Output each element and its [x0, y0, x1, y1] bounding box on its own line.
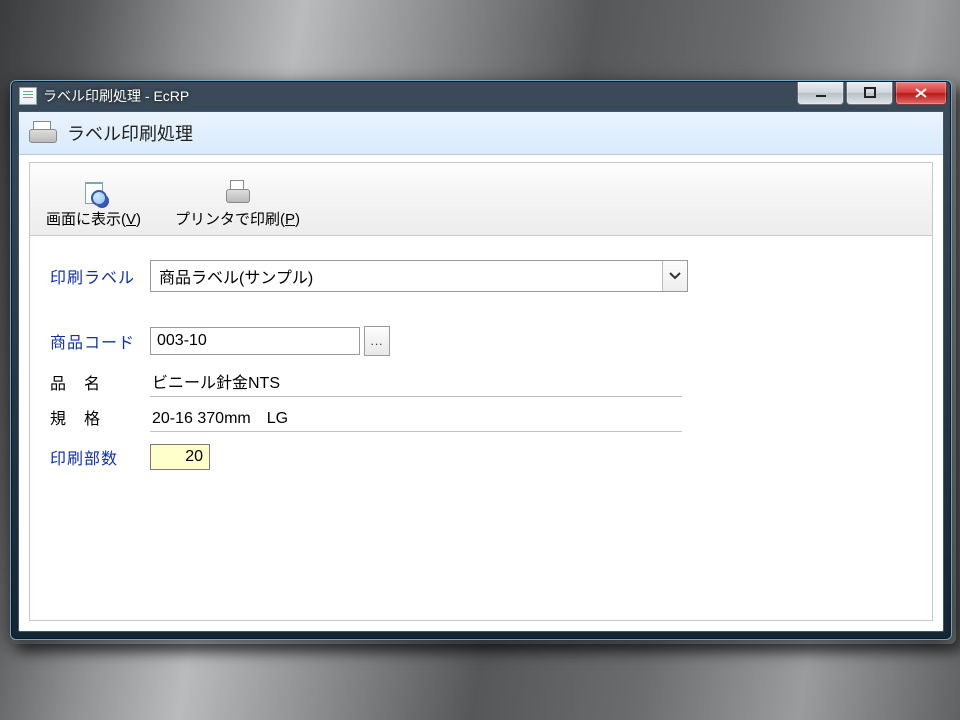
form-panel: 画面に表示(V) プリンタで印刷(P) 印刷ラベル 商品ラベル(サンプル): [29, 162, 933, 621]
print-to-printer-button[interactable]: プリンタで印刷(P): [175, 180, 300, 229]
form-body: 印刷ラベル 商品ラベル(サンプル) 商品コード ...: [30, 236, 932, 500]
window-controls: [797, 82, 947, 104]
label-copies: 印刷部数: [50, 445, 150, 469]
toolbar: 画面に表示(V) プリンタで印刷(P): [30, 163, 932, 236]
print-label-select[interactable]: 商品ラベル(サンプル): [150, 260, 688, 292]
dropdown-arrow[interactable]: [662, 261, 687, 291]
preview-on-screen-button[interactable]: 画面に表示(V): [46, 180, 141, 229]
preview-label: 画面に表示(V): [46, 208, 141, 229]
close-icon: [914, 87, 928, 99]
client-area: ラベル印刷処理 画面に表示(V) プリンタで印刷(P) 印刷ラベル: [18, 111, 944, 632]
form-title: ラベル印刷処理: [67, 120, 193, 146]
print-icon: [225, 180, 251, 206]
desktop-background: ラベル印刷処理 - EcRP ラベル印刷処理: [0, 0, 960, 720]
label-product-code: 商品コード: [50, 329, 150, 353]
copies-input[interactable]: [150, 444, 210, 470]
print-label-selected-value: 商品ラベル(サンプル): [159, 264, 313, 288]
chevron-down-icon: [669, 272, 681, 280]
titlebar[interactable]: ラベル印刷処理 - EcRP: [11, 81, 951, 111]
document-icon: [19, 87, 37, 105]
print-label: プリンタで印刷(P): [175, 208, 300, 229]
window-title: ラベル印刷処理 - EcRP: [43, 86, 797, 106]
close-button[interactable]: [895, 82, 947, 105]
spacer: [50, 302, 912, 326]
maximize-icon: [864, 87, 876, 99]
browse-product-button[interactable]: ...: [364, 326, 390, 356]
minimize-button[interactable]: [797, 82, 844, 105]
product-code-input[interactable]: [150, 327, 360, 355]
preview-icon: [81, 180, 107, 206]
form-header: ラベル印刷処理: [19, 112, 943, 155]
maximize-button[interactable]: [846, 82, 893, 105]
printer-icon: [29, 121, 57, 145]
spec-value: 20-16 370mm LG: [150, 401, 682, 432]
label-product-name: 品 名: [50, 370, 150, 394]
product-name-value: ビニール針金NTS: [150, 366, 682, 397]
app-window: ラベル印刷処理 - EcRP ラベル印刷処理: [10, 80, 952, 640]
label-print-label: 印刷ラベル: [50, 264, 150, 288]
minimize-icon: [815, 87, 827, 99]
label-spec: 規 格: [50, 405, 150, 429]
